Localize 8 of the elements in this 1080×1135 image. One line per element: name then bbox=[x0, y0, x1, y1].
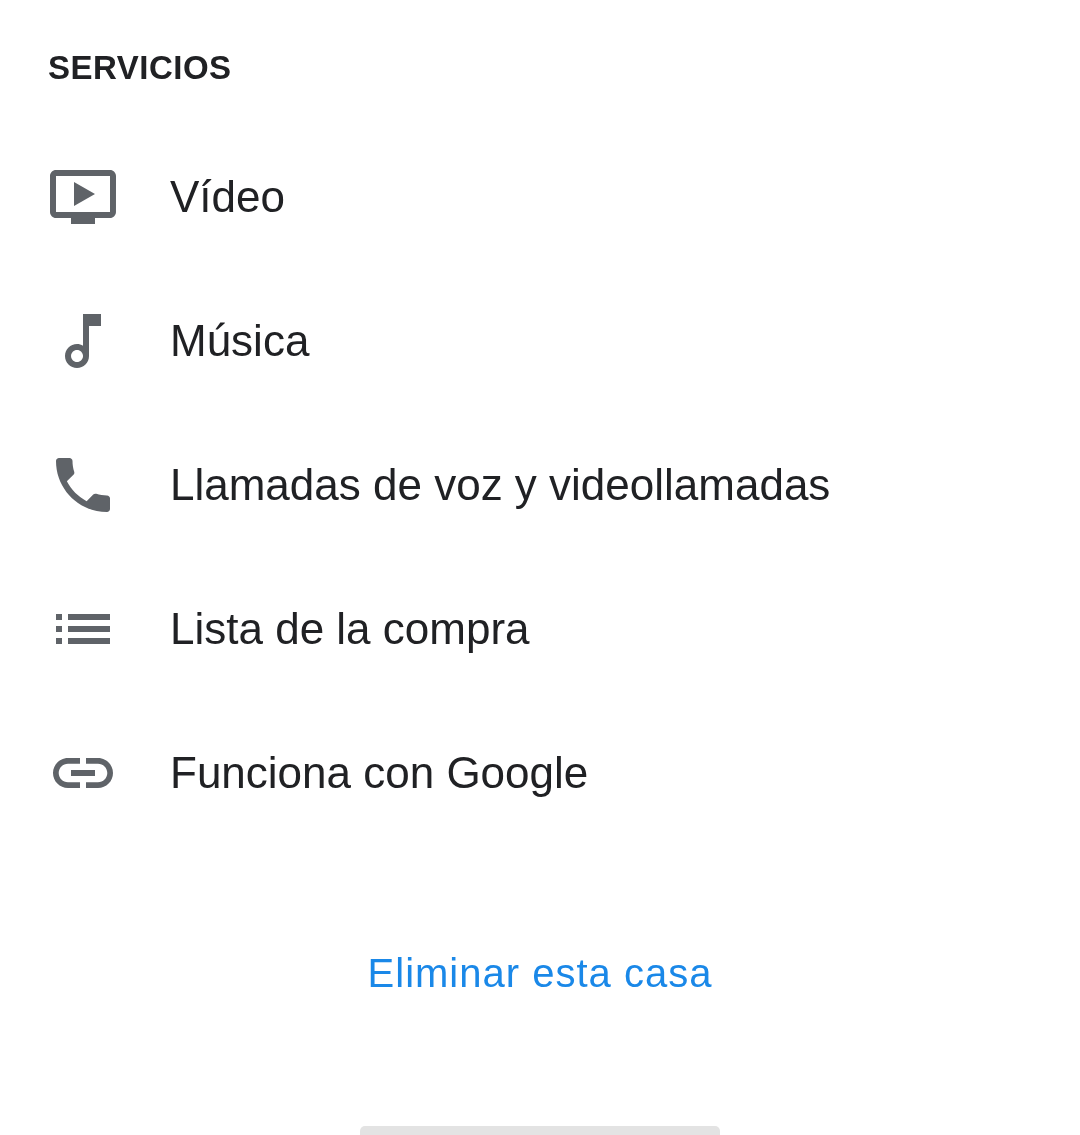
section-title: SERVICIOS bbox=[48, 50, 232, 86]
service-item[interactable]: Llamadas de voz y videollamadas bbox=[0, 413, 831, 557]
service-item[interactable]: Vídeo bbox=[0, 125, 285, 269]
delete-home-link[interactable]: Eliminar esta casa bbox=[367, 945, 713, 1001]
service-item[interactable]: Funciona con Google bbox=[0, 701, 589, 845]
service-item[interactable]: Lista de la compra bbox=[0, 557, 530, 701]
service-item[interactable]: Música bbox=[0, 269, 310, 413]
home-indicator[interactable] bbox=[360, 1126, 720, 1135]
